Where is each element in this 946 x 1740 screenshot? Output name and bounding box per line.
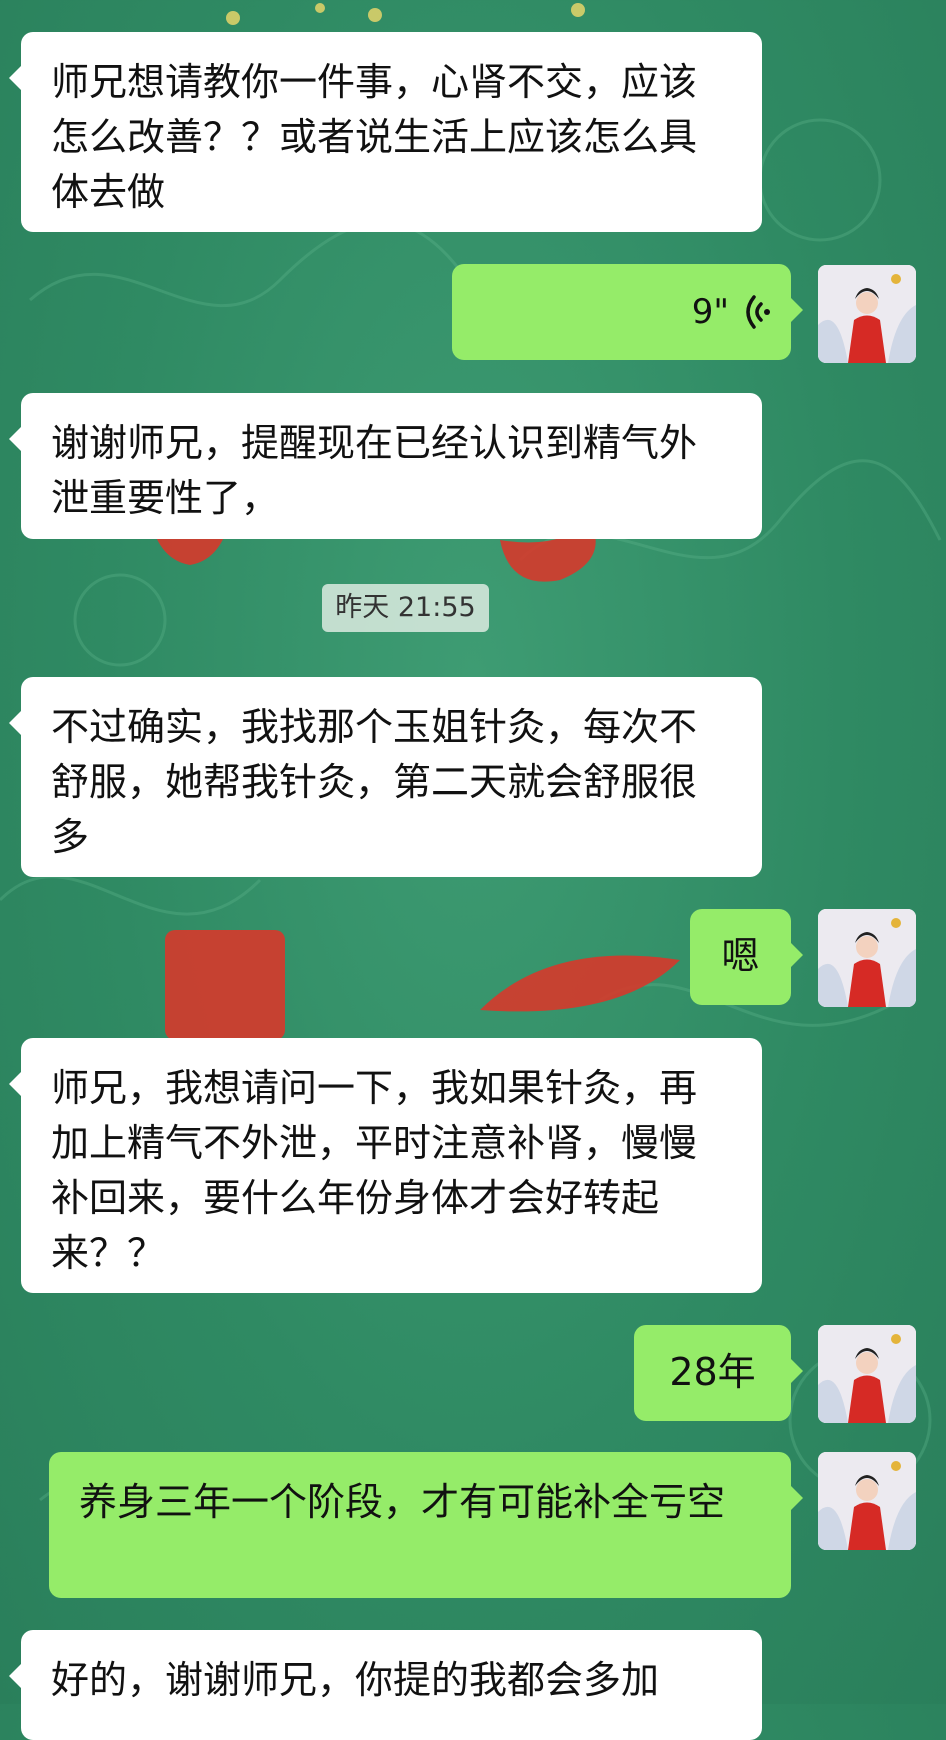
message-timestamp: 昨天 21:55 <box>322 584 489 632</box>
avatar[interactable] <box>818 1452 916 1550</box>
avatar-portrait <box>818 1325 916 1423</box>
message-text: 好的，谢谢师兄，你提的我都会多加 <box>51 1658 660 1702</box>
message-text: 师兄想请教你一件事，心肾不交，应该怎么改善？？或者说生活上应该怎么具体去做 <box>51 60 698 214</box>
message-text: 养身三年一个阶段，才有可能补全亏空 <box>79 1480 726 1524</box>
message-bubble-outgoing[interactable]: 养身三年一个阶段，才有可能补全亏空 <box>49 1452 803 1598</box>
message-bubble-outgoing[interactable]: 28年 <box>634 1325 803 1421</box>
message-bubble-incoming[interactable]: 师兄想请教你一件事，心肾不交，应该怎么改善？？或者说生活上应该怎么具体去做 <box>9 32 762 232</box>
avatar-portrait <box>818 909 916 1007</box>
message-text: 不过确实，我找那个玉姐针灸，每次不舒服，她帮我针灸，第二天就会舒服很多 <box>51 705 698 859</box>
message-bubble-outgoing[interactable]: 嗯 <box>690 909 803 1005</box>
message-bubble-incoming[interactable]: 好的，谢谢师兄，你提的我都会多加 <box>9 1630 762 1740</box>
message-bubble-incoming[interactable]: 不过确实，我找那个玉姐针灸，每次不舒服，她帮我针灸，第二天就会舒服很多 <box>9 677 762 877</box>
message-text: 28年 <box>669 1350 756 1394</box>
message-text: 师兄，我想请问一下，我如果针灸，再加上精气不外泄，平时注意补肾，慢慢补回来，要什… <box>51 1066 698 1275</box>
message-bubble-incoming[interactable]: 师兄，我想请问一下，我如果针灸，再加上精气不外泄，平时注意补肾，慢慢补回来，要什… <box>9 1038 762 1293</box>
avatar-portrait <box>818 1452 916 1550</box>
avatar[interactable] <box>818 265 916 363</box>
avatar[interactable] <box>818 1325 916 1423</box>
message-text: 谢谢师兄，提醒现在已经认识到精气外泄重要性了， <box>51 421 698 520</box>
message-text: 嗯 <box>721 934 760 978</box>
voice-duration: 9" <box>691 291 729 332</box>
message-bubble-incoming[interactable]: 谢谢师兄，提醒现在已经认识到精气外泄重要性了， <box>9 393 762 539</box>
avatar[interactable] <box>818 909 916 1007</box>
voice-message-bubble[interactable]: 9" <box>452 264 803 360</box>
avatar-portrait <box>818 265 916 363</box>
voice-wave-icon <box>746 295 770 329</box>
